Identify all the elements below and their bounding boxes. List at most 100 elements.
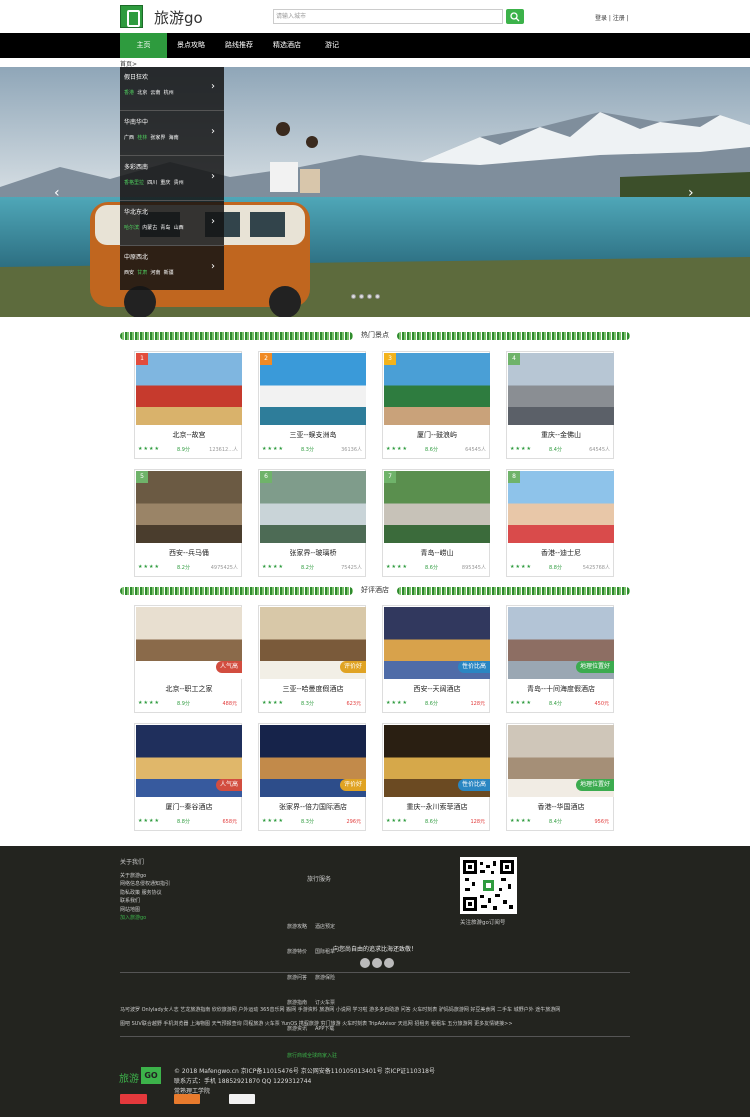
spot-name[interactable]: 三亚--蜈支洲岛 — [259, 430, 367, 440]
spot-image[interactable] — [384, 353, 490, 425]
hotel-card[interactable]: 地理位置好 香港--华国酒店 ★★★★ 8.4分 956元 — [506, 723, 614, 831]
qq-icon[interactable] — [384, 958, 394, 968]
spot-card[interactable]: 7 青岛--崂山 ★★★★ 8.6分 895345人 — [382, 469, 490, 577]
side-menu-link[interactable]: 香港 — [124, 90, 134, 96]
spot-image[interactable] — [136, 471, 242, 543]
footer-link[interactable]: 关于旅游go — [120, 872, 170, 881]
side-menu-group[interactable]: 华北东北 哈尔滨 内蒙古 青岛 山西 › — [120, 202, 224, 246]
spot-image[interactable] — [508, 471, 614, 543]
side-menu-link[interactable]: 哈尔滨 — [124, 225, 139, 231]
side-menu-link[interactable]: 杭州 — [164, 90, 174, 96]
footer-link[interactable]: 网站地图 — [120, 906, 170, 915]
side-menu-group[interactable]: 中原西北 西安 甘肃 河南 新疆 › — [120, 247, 224, 291]
spot-image[interactable] — [508, 353, 614, 425]
banner-dot[interactable] — [375, 294, 380, 299]
hotel-card[interactable]: 人气高 北京--职工之家 ★★★★ 8.9分 488元 — [134, 605, 242, 713]
footer-link[interactable]: 隐私政策 服务协议 — [120, 889, 170, 898]
side-menu-link[interactable]: 甘肃 — [137, 270, 147, 276]
spot-name[interactable]: 重庆--金佛山 — [507, 430, 615, 440]
trust-badge-icon[interactable] — [120, 1094, 147, 1104]
hotel-image[interactable]: 地理位置好 — [508, 607, 614, 679]
footer-merchant-link[interactable]: 旅行商城全球商家入驻 — [287, 1052, 337, 1061]
spot-image[interactable] — [260, 353, 366, 425]
side-menu-group[interactable]: 华南华中 广西 桂林 张家界 海南 › — [120, 112, 224, 156]
footer-link[interactable]: 联系我们 — [120, 897, 170, 906]
spot-card[interactable]: 6 张家界--玻璃桥 ★★★★ 8.2分 75425人 — [258, 469, 366, 577]
banner-dot[interactable] — [351, 294, 356, 299]
hotel-image[interactable]: 人气高 — [136, 725, 242, 797]
spot-name[interactable]: 厦门--鼓浪屿 — [383, 430, 491, 440]
site-logo[interactable] — [120, 5, 143, 28]
hotel-image[interactable]: 性价比高 — [384, 725, 490, 797]
footer-link[interactable]: 旅游问答 旅游保险 — [287, 974, 337, 983]
side-menu-link[interactable]: 北京 — [137, 90, 147, 96]
footer-join-link[interactable]: 加入旅游go — [120, 914, 170, 923]
nav-home[interactable]: 主页 — [120, 33, 167, 58]
spot-card[interactable]: 5 西安--兵马俑 ★★★★ 8.2分 4975425人 — [134, 469, 242, 577]
hotel-name[interactable]: 青岛--十间海度假酒店 — [507, 684, 615, 694]
footer-link[interactable]: 网络信息侵权通知指引 — [120, 880, 170, 889]
nav-travelogues[interactable]: 游记 — [316, 33, 348, 58]
spot-image[interactable] — [260, 471, 366, 543]
hotel-card[interactable]: 人气高 厦门--秦谷酒店 ★★★★ 8.8分 658元 — [134, 723, 242, 831]
spot-card[interactable]: 8 香港--迪士尼 ★★★★ 8.8分 5425768人 — [506, 469, 614, 577]
footer-link[interactable]: 旅游攻略 酒店预定 — [287, 923, 337, 932]
side-menu-link[interactable]: 桂林 — [137, 135, 147, 141]
side-menu-link[interactable]: 青岛 — [160, 225, 170, 231]
spot-name[interactable]: 张家界--玻璃桥 — [259, 548, 367, 558]
banner-dot[interactable] — [359, 294, 364, 299]
side-menu-link[interactable]: 海南 — [169, 135, 179, 141]
search-input[interactable]: 请输入城市 — [273, 9, 503, 24]
banner-next-arrow[interactable]: › — [688, 185, 694, 201]
hotel-image[interactable]: 性价比高 — [384, 607, 490, 679]
hotel-image[interactable]: 人气高 — [136, 607, 242, 679]
spot-name[interactable]: 香港--迪士尼 — [507, 548, 615, 558]
hotel-name[interactable]: 三亚--哈曼度假酒店 — [259, 684, 367, 694]
hotel-card[interactable]: 性价比高 重庆--永川索菲酒店 ★★★★ 8.6分 128元 — [382, 723, 490, 831]
side-menu-link[interactable]: 香格里拉 — [124, 180, 144, 186]
friend-links-line2[interactable]: 图吧 SUV联合越野 手机浏览器 上海物图 天气预报查询 同程旅游 火车票 Yu… — [120, 1018, 640, 1030]
spot-image[interactable] — [136, 353, 242, 425]
banner-prev-arrow[interactable]: ‹ — [54, 185, 60, 201]
hotel-name[interactable]: 厦门--秦谷酒店 — [135, 802, 243, 812]
trust-badge-icon[interactable] — [174, 1094, 200, 1104]
weibo-icon[interactable] — [360, 958, 370, 968]
hotel-image[interactable]: 评价好 — [260, 607, 366, 679]
spot-image[interactable] — [384, 471, 490, 543]
spot-card[interactable]: 1 北京--故宫 ★★★★ 8.9分 123612...人 — [134, 351, 242, 459]
hotel-card[interactable]: 地理位置好 青岛--十间海度假酒店 ★★★★ 8.4分 450元 — [506, 605, 614, 713]
login-register-link[interactable]: 登录 | 注册 | — [595, 13, 629, 22]
hotel-name[interactable]: 香港--华国酒店 — [507, 802, 615, 812]
hotel-image[interactable]: 评价好 — [260, 725, 366, 797]
side-menu-link[interactable]: 张家界 — [150, 135, 165, 141]
nav-routes[interactable]: 路线推荐 — [218, 33, 260, 58]
hotel-image[interactable]: 地理位置好 — [508, 725, 614, 797]
hotel-card[interactable]: 评价好 张家界--倍力国际酒店 ★★★★ 8.3分 296元 — [258, 723, 366, 831]
hero-banner-image[interactable] — [0, 67, 750, 317]
spot-name[interactable]: 青岛--崂山 — [383, 548, 491, 558]
side-menu-link[interactable]: 云南 — [150, 90, 160, 96]
side-menu-link[interactable]: 内蒙古 — [142, 225, 157, 231]
hotel-name[interactable]: 重庆--永川索菲酒店 — [383, 802, 491, 812]
hotel-name[interactable]: 北京--职工之家 — [135, 684, 243, 694]
side-menu-link[interactable]: 贵州 — [174, 180, 184, 186]
side-menu-group[interactable]: 假日狂欢 香港 北京 云南 杭州 › — [120, 67, 224, 111]
friend-links-line1[interactable]: 马可波罗 Onlylady女人志 艺龙旅游指南 欣欣旅游网 户外运动 365音乐… — [120, 1004, 640, 1016]
spot-card[interactable]: 2 三亚--蜈支洲岛 ★★★★ 8.3分 36136人 — [258, 351, 366, 459]
side-menu-link[interactable]: 新疆 — [164, 270, 174, 276]
spot-name[interactable]: 西安--兵马俑 — [135, 548, 243, 558]
hotel-card[interactable]: 评价好 三亚--哈曼度假酒店 ★★★★ 8.3分 623元 — [258, 605, 366, 713]
hotel-name[interactable]: 张家界--倍力国际酒店 — [259, 802, 367, 812]
spot-card[interactable]: 4 重庆--金佛山 ★★★★ 8.4分 64545人 — [506, 351, 614, 459]
side-menu-link[interactable]: 西安 — [124, 270, 134, 276]
spot-card[interactable]: 3 厦门--鼓浪屿 ★★★★ 8.6分 64545人 — [382, 351, 490, 459]
wechat-icon[interactable] — [372, 958, 382, 968]
trust-badge-icon[interactable] — [229, 1094, 255, 1104]
side-menu-group[interactable]: 多彩西南 香格里拉 四川 重庆 贵州 › — [120, 157, 224, 201]
side-menu-link[interactable]: 河南 — [150, 270, 160, 276]
side-menu-link[interactable]: 四川 — [147, 180, 157, 186]
side-menu-link[interactable]: 山西 — [174, 225, 184, 231]
side-menu-link[interactable]: 广西 — [124, 135, 134, 141]
hotel-card[interactable]: 性价比高 西安--天阔酒店 ★★★★ 8.6分 128元 — [382, 605, 490, 713]
hotel-name[interactable]: 西安--天阔酒店 — [383, 684, 491, 694]
